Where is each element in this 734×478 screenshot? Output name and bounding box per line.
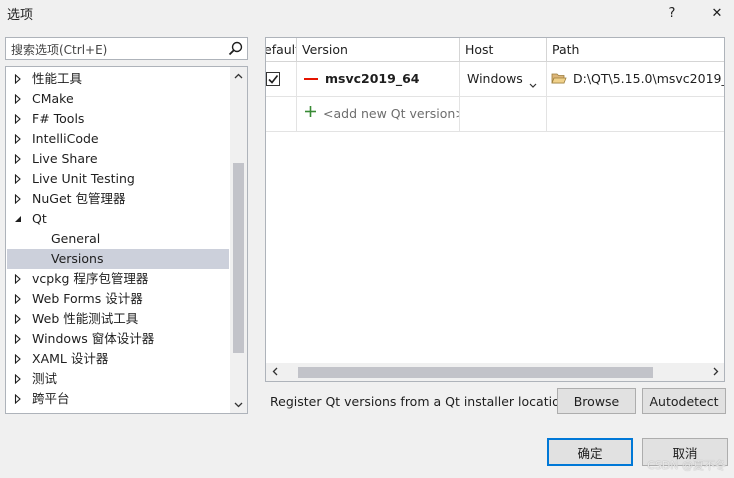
table-row-host-cell[interactable]: Windows bbox=[460, 62, 547, 97]
column-header-default[interactable]: efault bbox=[265, 38, 297, 62]
collapsed-arrow-icon[interactable] bbox=[14, 109, 24, 129]
collapsed-arrow-icon[interactable] bbox=[14, 89, 24, 109]
tree-item-label: 测试 bbox=[32, 371, 58, 386]
default-checkbox[interactable] bbox=[266, 72, 280, 86]
tree-item-label: 性能工具 bbox=[32, 71, 83, 86]
tree-item-label: Live Unit Testing bbox=[32, 171, 135, 186]
tree-item[interactable]: vcpkg 程序包管理器 bbox=[7, 269, 229, 289]
search-icon[interactable] bbox=[226, 39, 245, 58]
column-header-host[interactable]: Host bbox=[460, 38, 547, 62]
grid-horizontal-scrollbar[interactable] bbox=[266, 363, 724, 381]
search-input[interactable]: 搜索选项(Ctrl+E) bbox=[5, 37, 248, 60]
version-status-icon bbox=[304, 78, 318, 80]
collapsed-arrow-icon[interactable] bbox=[14, 369, 24, 389]
window-title: 选项 bbox=[7, 8, 34, 23]
tree-item[interactable]: Windows 窗体设计器 bbox=[7, 329, 229, 349]
table-row-path-cell[interactable]: D:\QT\5.15.0\msvc2019_64 bbox=[547, 62, 724, 97]
tree-item[interactable]: Web Forms 设计器 bbox=[7, 289, 229, 309]
collapsed-arrow-icon[interactable] bbox=[14, 289, 24, 309]
tree-item-label: Web 性能测试工具 bbox=[32, 311, 139, 326]
tree-item-label: Windows 窗体设计器 bbox=[32, 331, 155, 346]
scroll-down-icon[interactable] bbox=[230, 396, 247, 413]
ok-button[interactable]: 确定 bbox=[547, 438, 633, 466]
collapsed-arrow-icon[interactable] bbox=[14, 329, 24, 349]
collapsed-arrow-icon[interactable] bbox=[14, 169, 24, 189]
tree-item[interactable]: Qt bbox=[7, 209, 229, 229]
version-name: msvc2019_64 bbox=[325, 71, 420, 86]
tree-item-label: Versions bbox=[51, 251, 104, 266]
tree-vertical-scrollbar[interactable] bbox=[230, 67, 247, 413]
folder-open-icon[interactable] bbox=[551, 71, 567, 88]
tree-item[interactable]: XAML 设计器 bbox=[7, 349, 229, 369]
tree-item-label: NuGet 包管理器 bbox=[32, 191, 126, 206]
autodetect-button[interactable]: Autodetect bbox=[642, 388, 726, 414]
tree-item[interactable]: F# Tools bbox=[7, 109, 229, 129]
browse-button[interactable]: Browse bbox=[557, 388, 636, 414]
title-bar: 选项 ? ✕ bbox=[0, 0, 734, 26]
collapsed-arrow-icon[interactable] bbox=[14, 349, 24, 369]
tree-item-label: Qt bbox=[32, 211, 47, 226]
help-button[interactable]: ? bbox=[652, 0, 692, 26]
table-row-default-cell[interactable] bbox=[266, 62, 297, 97]
qt-versions-grid[interactable]: efault Version Host Path msvc2019_64 Win… bbox=[265, 37, 725, 382]
collapsed-arrow-icon[interactable] bbox=[14, 269, 24, 289]
add-version-label: <add new Qt version> bbox=[323, 106, 460, 121]
tree-item-label: 跨平台 bbox=[32, 391, 70, 406]
tree-item[interactable]: CMake bbox=[7, 89, 229, 109]
scroll-left-icon[interactable] bbox=[266, 363, 283, 380]
tree-item[interactable]: General bbox=[7, 229, 229, 249]
scroll-up-icon[interactable] bbox=[230, 67, 247, 84]
tree-item-label: Web Forms 设计器 bbox=[32, 291, 143, 306]
watermark: CSDN @夏不冬 bbox=[647, 459, 726, 472]
tree-item[interactable]: 跨平台 bbox=[7, 389, 229, 409]
chevron-down-icon[interactable] bbox=[529, 76, 537, 91]
tree-item[interactable]: Live Unit Testing bbox=[7, 169, 229, 189]
expanded-arrow-icon[interactable] bbox=[14, 209, 24, 229]
add-row-path-cell bbox=[547, 97, 724, 132]
tree-item[interactable]: Live Share bbox=[7, 149, 229, 169]
collapsed-arrow-icon[interactable] bbox=[14, 69, 24, 89]
tree-item-label: IntelliCode bbox=[32, 131, 99, 146]
tree-item[interactable]: IntelliCode bbox=[7, 129, 229, 149]
collapsed-arrow-icon[interactable] bbox=[14, 149, 24, 169]
host-value: Windows bbox=[467, 71, 523, 86]
tree-scroll-thumb[interactable] bbox=[233, 163, 244, 353]
collapsed-arrow-icon[interactable] bbox=[14, 129, 24, 149]
collapsed-arrow-icon[interactable] bbox=[14, 309, 24, 329]
add-row-host-cell bbox=[460, 97, 547, 132]
tree-item-label: F# Tools bbox=[32, 111, 85, 126]
column-header-default-label: efault bbox=[265, 42, 296, 57]
table-row-version-cell[interactable]: msvc2019_64 bbox=[297, 62, 460, 97]
tree-item-label: vcpkg 程序包管理器 bbox=[32, 271, 149, 286]
tree-item[interactable]: NuGet 包管理器 bbox=[7, 189, 229, 209]
column-header-version[interactable]: Version bbox=[297, 38, 460, 62]
options-tree[interactable]: 性能工具 CMake F# Tools IntelliCode Live Share Li… bbox=[5, 66, 248, 414]
add-plus-icon bbox=[304, 105, 317, 121]
close-button[interactable]: ✕ bbox=[697, 0, 734, 26]
tree-item[interactable]: Versions bbox=[7, 249, 229, 269]
search-placeholder: 搜索选项(Ctrl+E) bbox=[11, 43, 108, 57]
tree-item-label: Live Share bbox=[32, 151, 98, 166]
tree-item[interactable]: 性能工具 bbox=[7, 69, 229, 89]
collapsed-arrow-icon[interactable] bbox=[14, 389, 24, 409]
add-row-default-cell bbox=[266, 97, 297, 132]
collapsed-arrow-icon[interactable] bbox=[14, 189, 24, 209]
add-version-row[interactable]: <add new Qt version> bbox=[297, 97, 460, 132]
path-value: D:\QT\5.15.0\msvc2019_64 bbox=[573, 71, 724, 86]
tree-item-label: General bbox=[51, 231, 101, 246]
register-label: Register Qt versions from a Qt installer… bbox=[270, 394, 572, 409]
tree-item-label: XAML 设计器 bbox=[32, 351, 109, 366]
column-header-path[interactable]: Path bbox=[547, 38, 724, 62]
scroll-right-icon[interactable] bbox=[707, 363, 724, 380]
tree-item[interactable]: 测试 bbox=[7, 369, 229, 389]
tree-item[interactable]: Web 性能测试工具 bbox=[7, 309, 229, 329]
tree-item-label: CMake bbox=[32, 91, 74, 106]
grid-scroll-thumb[interactable] bbox=[298, 367, 653, 378]
